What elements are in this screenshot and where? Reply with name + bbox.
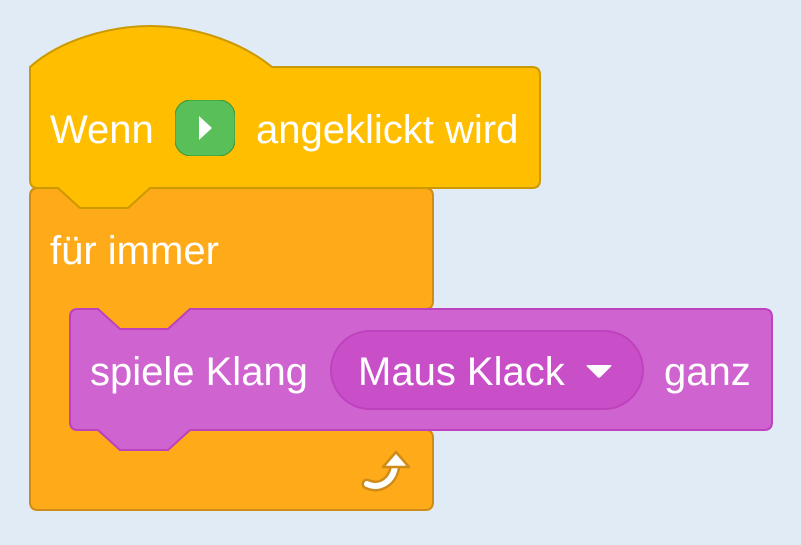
- forever-block-label: für immer: [50, 229, 219, 273]
- hat-block-suffix-label: angeklickt wird: [256, 108, 519, 152]
- sound-dropdown[interactable]: Maus Klack: [330, 330, 644, 410]
- green-flag-icon: [174, 99, 236, 157]
- sound-dropdown-value: Maus Klack: [358, 350, 565, 394]
- code-area: Wenn angeklickt wird für immer spiele Kl…: [0, 0, 801, 545]
- play-sound-suffix-label: ganz: [664, 350, 751, 394]
- dropdown-arrow-icon: [586, 365, 612, 378]
- play-sound-label: spiele Klang: [90, 350, 308, 394]
- hat-block-prefix-label: Wenn: [50, 108, 154, 152]
- loop-arrow-icon: [359, 448, 413, 496]
